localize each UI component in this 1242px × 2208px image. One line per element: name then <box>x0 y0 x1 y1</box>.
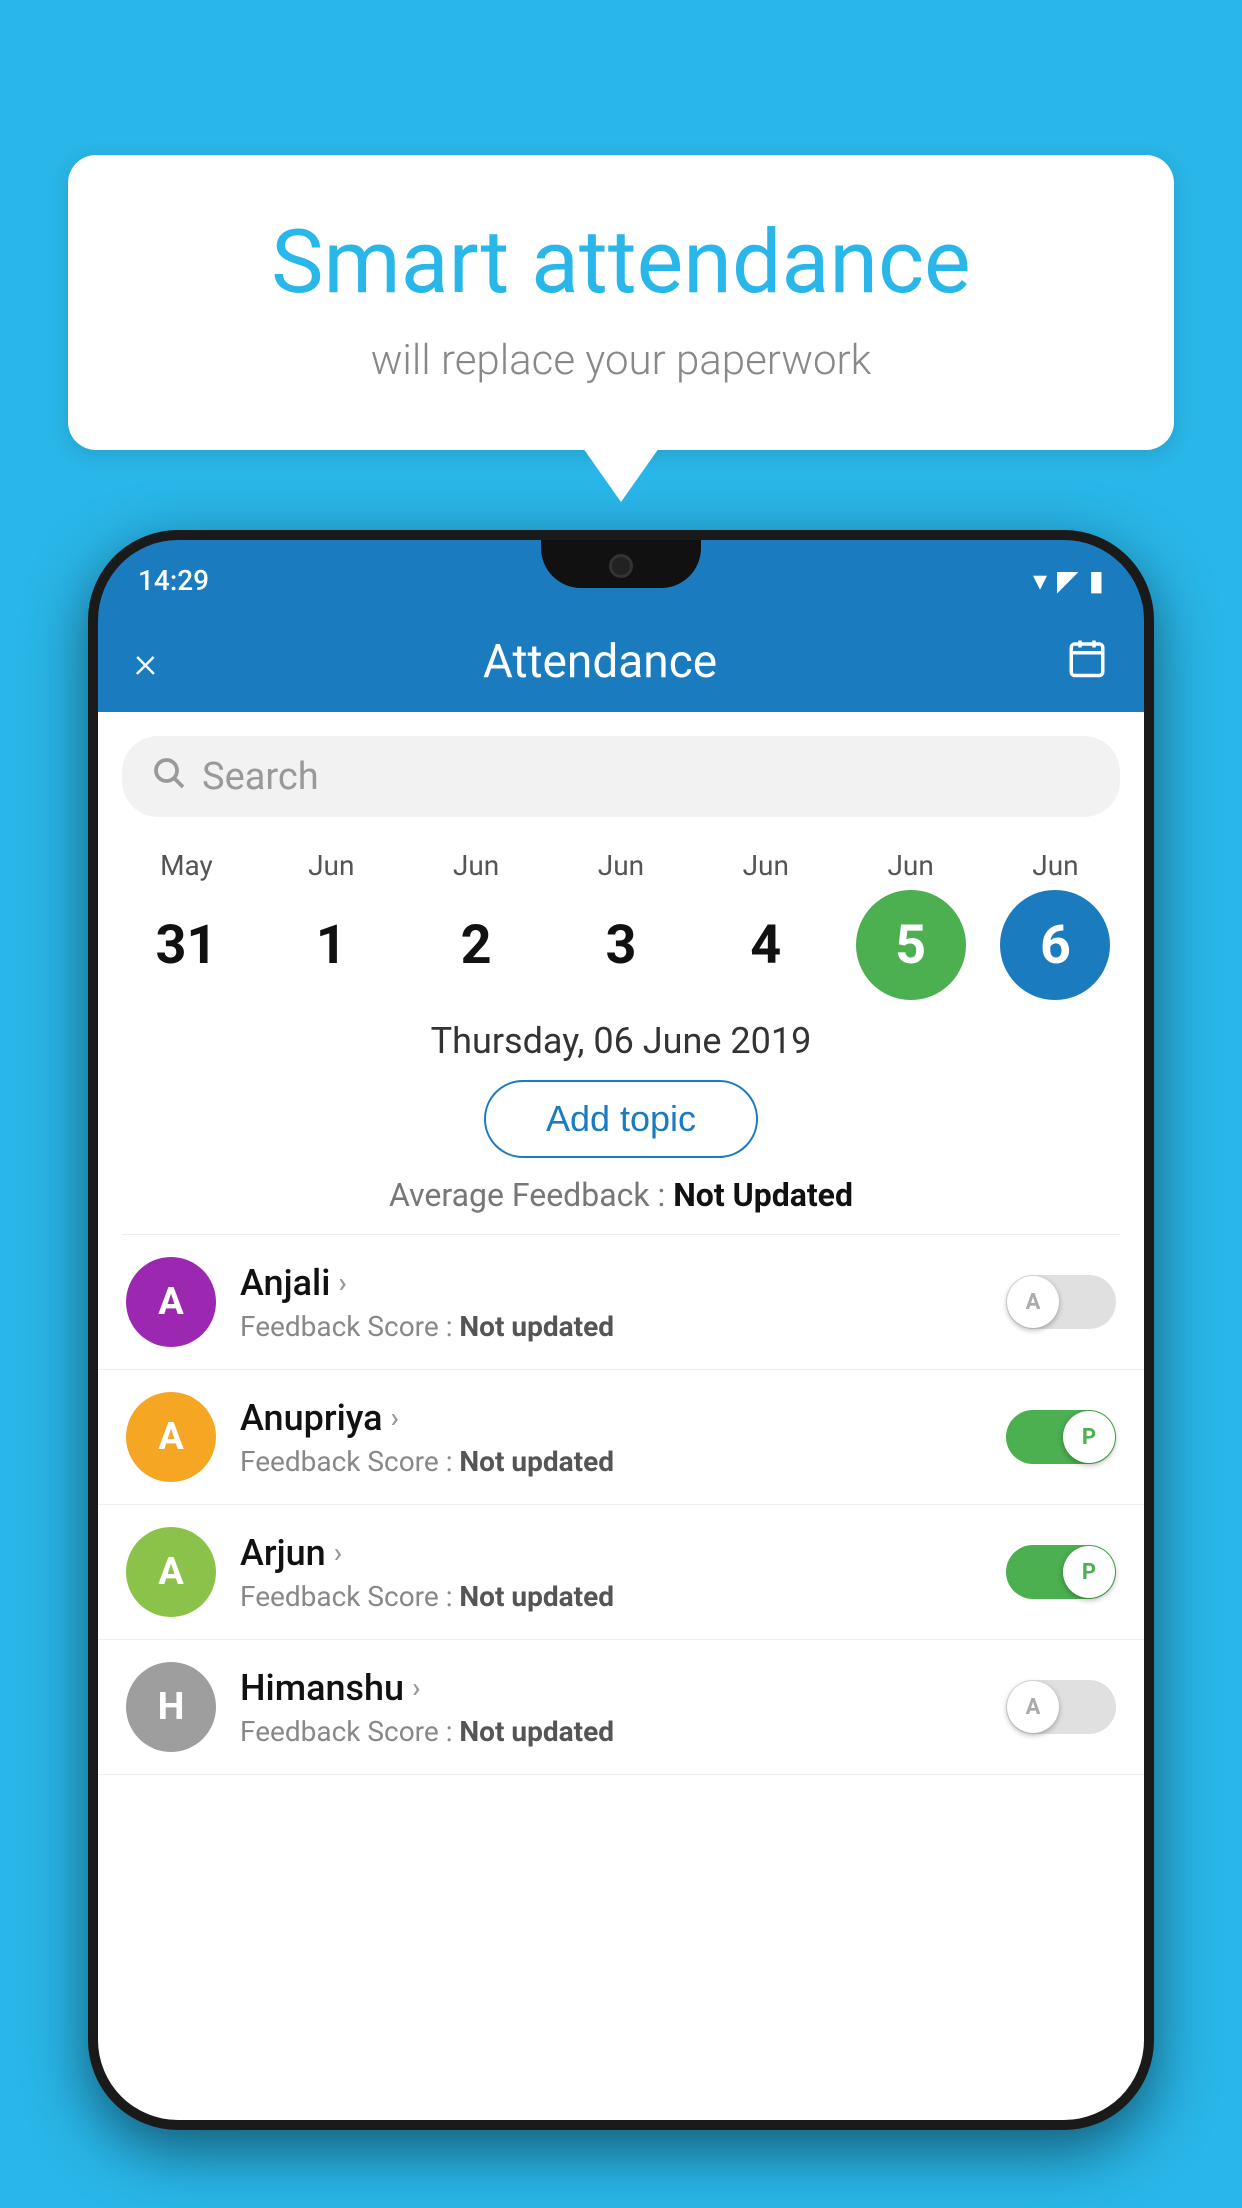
feedback-score-3: Feedback Score : Not updated <box>240 1715 1006 1748</box>
phone-notch <box>541 540 701 588</box>
student-name-2: Arjun › <box>240 1532 1006 1574</box>
calendar-icon[interactable] <box>1066 637 1108 688</box>
cal-date-1: 1 <box>276 890 386 1000</box>
calendar-day-0[interactable]: May 31 <box>121 849 251 1000</box>
cal-date-3: 3 <box>566 890 676 1000</box>
volume-down-button <box>88 1040 98 1150</box>
add-topic-button[interactable]: Add topic <box>484 1080 758 1158</box>
cal-date-2: 2 <box>421 890 531 1000</box>
search-icon <box>150 754 186 799</box>
chevron-icon-0: › <box>338 1266 346 1299</box>
battery-icon: ▮ <box>1089 564 1104 597</box>
toggle-knob-1: P <box>1063 1411 1115 1463</box>
cal-month-2: Jun <box>453 849 499 882</box>
student-avatar-1: A <box>126 1392 216 1482</box>
toggle-knob-2: P <box>1063 1546 1115 1598</box>
avg-feedback-value: Not Updated <box>673 1176 853 1214</box>
phone-frame: 14:29 ▾ ◤ ▮ × Attendance <box>88 530 1154 2130</box>
chevron-icon-1: › <box>391 1401 399 1434</box>
feedback-score-2: Feedback Score : Not updated <box>240 1580 1006 1613</box>
student-avatar-2: A <box>126 1527 216 1617</box>
cal-month-1: Jun <box>308 849 354 882</box>
volume-silent-button <box>88 820 98 890</box>
attendance-toggle-0[interactable]: A <box>1006 1275 1116 1329</box>
cal-month-0: May <box>160 849 213 882</box>
avg-feedback: Average Feedback : Not Updated <box>98 1176 1144 1214</box>
status-icons: ▾ ◤ ▮ <box>1033 564 1104 597</box>
search-input[interactable]: Search <box>202 755 319 799</box>
calendar-strip: May 31 Jun 1 Jun 2 Jun 3 Jun 4 Jun 5 Jun 6 <box>98 833 1144 1000</box>
cal-month-5: Jun <box>887 849 933 882</box>
student-row-2[interactable]: A Arjun › Feedback Score : Not updated P <box>98 1505 1144 1640</box>
cal-month-3: Jun <box>598 849 644 882</box>
student-row-1[interactable]: A Anupriya › Feedback Score : Not updated P <box>98 1370 1144 1505</box>
wifi-icon: ▾ <box>1033 564 1047 597</box>
student-row-3[interactable]: H Himanshu › Feedback Score : Not updatedA <box>98 1640 1144 1775</box>
avg-feedback-label: Average Feedback : <box>389 1176 673 1214</box>
student-list: AAnjali ›Feedback Score : Not updatedAAA… <box>98 1235 1144 1775</box>
student-info-0: Anjali › Feedback Score : Not updated <box>240 1262 1006 1343</box>
calendar-day-4[interactable]: Jun 4 <box>701 849 831 1000</box>
attendance-toggle-2[interactable]: P <box>1006 1545 1116 1599</box>
student-name-0: Anjali › <box>240 1262 1006 1304</box>
student-avatar-3: H <box>126 1662 216 1752</box>
attendance-toggle-1[interactable]: P <box>1006 1410 1116 1464</box>
signal-icon: ◤ <box>1057 564 1079 597</box>
search-bar[interactable]: Search <box>122 736 1120 817</box>
calendar-day-5[interactable]: Jun 5 <box>846 849 976 1000</box>
student-name-3: Himanshu › <box>240 1667 1006 1709</box>
toggle-knob-0: A <box>1007 1276 1059 1328</box>
attendance-toggle-3[interactable]: A <box>1006 1680 1116 1734</box>
status-time: 14:29 <box>138 564 209 597</box>
student-avatar-0: A <box>126 1257 216 1347</box>
volume-up-button <box>88 910 98 1020</box>
chevron-icon-2: › <box>334 1536 342 1569</box>
speech-bubble-container: Smart attendance will replace your paper… <box>68 155 1174 450</box>
calendar-day-3[interactable]: Jun 3 <box>556 849 686 1000</box>
student-info-2: Arjun › Feedback Score : Not updated <box>240 1532 1006 1613</box>
feedback-score-1: Feedback Score : Not updated <box>240 1445 1006 1478</box>
speech-bubble: Smart attendance will replace your paper… <box>68 155 1174 450</box>
power-button <box>1144 920 1154 1010</box>
app-header: × Attendance <box>98 612 1144 712</box>
calendar-day-1[interactable]: Jun 1 <box>266 849 396 1000</box>
toggle-knob-3: A <box>1007 1681 1059 1733</box>
front-camera <box>609 554 633 578</box>
cal-date-0: 31 <box>131 890 241 1000</box>
cal-date-5: 5 <box>856 890 966 1000</box>
student-info-1: Anupriya › Feedback Score : Not updated <box>240 1397 1006 1478</box>
calendar-day-2[interactable]: Jun 2 <box>411 849 541 1000</box>
cal-date-4: 4 <box>711 890 821 1000</box>
page-title: Attendance <box>134 635 1066 689</box>
student-row-0[interactable]: AAnjali ›Feedback Score : Not updatedA <box>98 1235 1144 1370</box>
bubble-title: Smart attendance <box>148 215 1094 312</box>
selected-date-label: Thursday, 06 June 2019 <box>98 1020 1144 1062</box>
feedback-score-0: Feedback Score : Not updated <box>240 1310 1006 1343</box>
phone-content: Search May 31 Jun 1 Jun 2 Jun 3 Jun 4 Jun 5 Jun 6 Thu… <box>98 712 1144 2120</box>
chevron-icon-3: › <box>412 1671 420 1704</box>
student-info-3: Himanshu › Feedback Score : Not updated <box>240 1667 1006 1748</box>
bubble-subtitle: will replace your paperwork <box>148 336 1094 385</box>
calendar-day-6[interactable]: Jun 6 <box>990 849 1120 1000</box>
student-name-1: Anupriya › <box>240 1397 1006 1439</box>
cal-month-4: Jun <box>743 849 789 882</box>
cal-date-6: 6 <box>1000 890 1110 1000</box>
cal-month-6: Jun <box>1032 849 1078 882</box>
